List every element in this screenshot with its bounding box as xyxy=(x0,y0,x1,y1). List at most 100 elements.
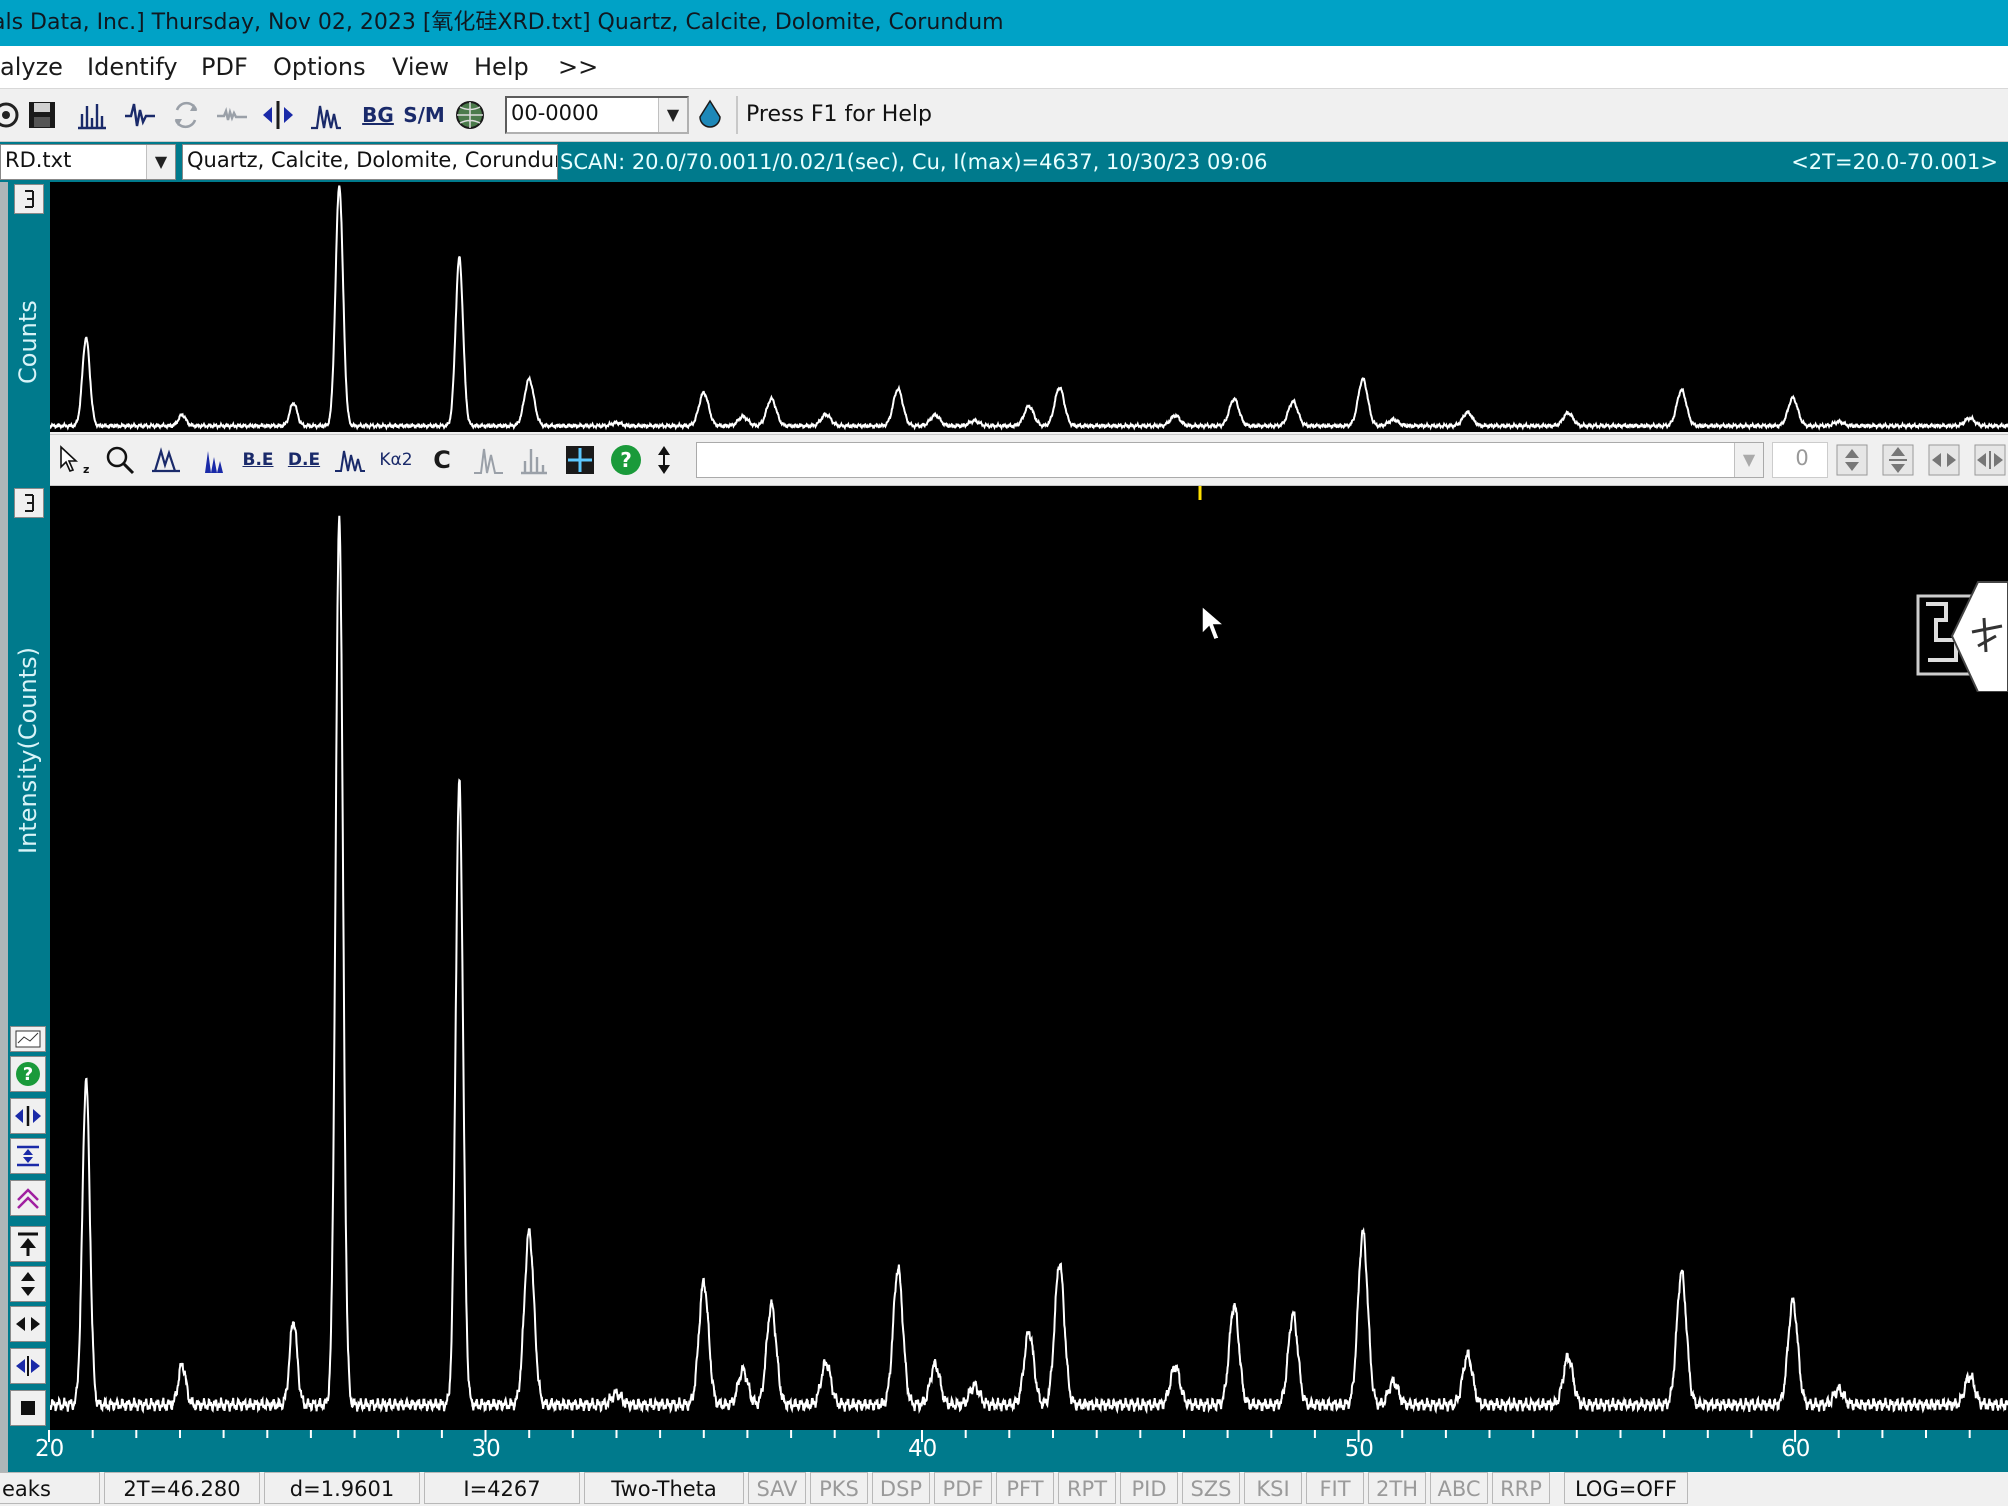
pdf-number-combo[interactable]: 00-0000 ▼ xyxy=(505,96,689,134)
scan-info: SCAN: 20.0/70.0011/0.02/1(sec), Cu, I(ma… xyxy=(560,150,1268,174)
overview-plot[interactable] xyxy=(48,182,2008,432)
peaks-icon[interactable] xyxy=(330,440,370,480)
shift-horizontal-icon[interactable] xyxy=(10,1348,46,1384)
left-edge xyxy=(0,182,8,1472)
svg-text:?: ? xyxy=(23,1064,33,1085)
chevron-down-icon[interactable]: ▼ xyxy=(146,145,175,179)
c-button[interactable]: C xyxy=(422,440,462,480)
plot-toolbar: z B.E D.E Kα2 C ? ▼ 0 xyxy=(50,434,2008,486)
magnifier-icon[interactable] xyxy=(100,440,140,480)
bar-plot-icon[interactable] xyxy=(72,95,112,135)
expand-vertical-icon[interactable] xyxy=(1878,440,1918,480)
shift-horizontal-icon[interactable] xyxy=(1924,440,1964,480)
smooth-icon[interactable] xyxy=(212,95,252,135)
pan-icon[interactable] xyxy=(258,95,298,135)
ka2-button[interactable]: Kα2 xyxy=(376,440,416,480)
save-icon[interactable] xyxy=(22,95,62,135)
grid-icon[interactable] xyxy=(560,440,600,480)
menu-bar: alyze Identify PDF Options View Help >> xyxy=(0,46,2008,88)
status-flag-ksi[interactable]: KSI xyxy=(1244,1472,1302,1504)
file-combo[interactable]: RD.txt ▼ xyxy=(0,144,176,180)
status-d-spacing: d=1.9601 xyxy=(264,1472,420,1504)
status-mode: eaks xyxy=(0,1472,100,1504)
title-bar: als Data, Inc.] Thursday, Nov 02, 2023 [… xyxy=(0,0,2008,46)
x-tick-label: 20 xyxy=(35,1436,65,1462)
status-flag-rrp[interactable]: RRP xyxy=(1492,1472,1550,1504)
status-flag-sav[interactable]: SAV xyxy=(748,1472,806,1504)
overview-pattern-line xyxy=(48,185,2008,431)
status-flag-abc[interactable]: ABC xyxy=(1430,1472,1488,1504)
stick-pattern-icon[interactable] xyxy=(514,440,554,480)
status-flag-2th[interactable]: 2TH xyxy=(1368,1472,1426,1504)
status-flag-rpt[interactable]: RPT xyxy=(1058,1472,1116,1504)
peak-fit-icon[interactable] xyxy=(146,440,186,480)
diffraction-plot[interactable] xyxy=(48,486,2008,1430)
scan-range: <2T=20.0-70.001> xyxy=(1791,150,1998,174)
x-tick-label: 50 xyxy=(1344,1436,1374,1462)
stop-icon[interactable] xyxy=(10,1390,46,1426)
status-flag-pid[interactable]: PID xyxy=(1120,1472,1178,1504)
status-axis: Two-Theta xyxy=(584,1472,744,1504)
status-flag-fit[interactable]: FIT xyxy=(1306,1472,1364,1504)
zoom-vertical-icon[interactable] xyxy=(10,1138,46,1174)
phase-field[interactable]: Quartz, Calcite, Dolomite, Corundum xyxy=(182,144,558,180)
status-flag-szs[interactable]: SZS xyxy=(1182,1472,1240,1504)
diffraction-plot-svg xyxy=(48,486,2008,1415)
peaks-icon[interactable] xyxy=(306,95,346,135)
status-flag-pft[interactable]: PFT xyxy=(996,1472,1054,1504)
pan-icon[interactable] xyxy=(10,1098,46,1134)
x-tick-label: 30 xyxy=(471,1436,501,1462)
refresh-icon[interactable] xyxy=(166,95,206,135)
menu-analyze[interactable]: alyze xyxy=(0,46,63,88)
pdf-number-value: 00-0000 xyxy=(511,101,599,125)
status-flag-pdf[interactable]: PDF xyxy=(934,1472,992,1504)
menu-identify[interactable]: Identify xyxy=(87,46,178,88)
help-icon[interactable]: ? xyxy=(606,440,646,480)
peak-fill-icon[interactable] xyxy=(192,440,232,480)
help-icon[interactable]: ? xyxy=(10,1056,46,1092)
file-combo-value: RD.txt xyxy=(5,148,72,172)
svg-text:?: ? xyxy=(620,448,632,472)
select-zoom-icon[interactable]: z xyxy=(54,440,94,480)
peak-marker-icon[interactable] xyxy=(468,440,508,480)
globe-icon[interactable] xyxy=(450,95,490,135)
status-bar: eaks 2T=46.280 d=1.9601 I=4267 Two-Theta… xyxy=(0,1472,2008,1506)
status-flag-pks[interactable]: PKS xyxy=(810,1472,868,1504)
peak-icon[interactable] xyxy=(120,95,160,135)
arrow-top-icon[interactable] xyxy=(10,1226,46,1262)
pane-menu-icon[interactable] xyxy=(14,184,44,214)
menu-help[interactable]: Help xyxy=(474,46,529,88)
window-title: als Data, Inc.] Thursday, Nov 02, 2023 [… xyxy=(0,10,1004,35)
expand-horizontal-icon[interactable] xyxy=(1970,440,2008,480)
floating-input-widget[interactable] xyxy=(1916,580,2008,693)
chevron-up-icon[interactable] xyxy=(10,1180,46,1216)
phase-search-combo[interactable]: ▼ xyxy=(696,442,1764,478)
main-plot-ylabel: Intensity(Counts) xyxy=(14,647,42,854)
sm-button[interactable]: S/M xyxy=(403,95,445,135)
expand-horizontal-icon[interactable] xyxy=(10,1306,46,1342)
help-field: Press F1 for Help xyxy=(736,96,2008,134)
drop-icon[interactable] xyxy=(690,95,730,135)
x-tick-label: 40 xyxy=(908,1436,938,1462)
x-tick-label: 60 xyxy=(1781,1436,1811,1462)
spin-value[interactable]: 0 xyxy=(1772,442,1828,478)
splitter-icon[interactable] xyxy=(652,440,676,480)
chevron-down-icon[interactable]: ▼ xyxy=(658,98,687,132)
be-button[interactable]: B.E xyxy=(238,440,278,480)
bg-button[interactable]: BG xyxy=(358,95,398,135)
status-flag-dsp[interactable]: DSP xyxy=(872,1472,930,1504)
menu-pdf[interactable]: PDF xyxy=(201,46,248,88)
de-button[interactable]: D.E xyxy=(284,440,324,480)
pane-menu-icon[interactable] xyxy=(14,488,44,518)
expand-vertical-icon[interactable] xyxy=(10,1266,46,1302)
chart-icon[interactable] xyxy=(10,1026,46,1052)
status-log[interactable]: LOG=OFF xyxy=(1564,1472,1688,1504)
diffraction-pattern-line xyxy=(48,515,2008,1415)
spin-vertical-icon[interactable] xyxy=(1832,440,1872,480)
menu-more[interactable]: >> xyxy=(558,46,598,88)
menu-view[interactable]: View xyxy=(392,46,449,88)
mouse-cursor xyxy=(1200,604,1228,648)
chevron-down-icon[interactable]: ▼ xyxy=(1734,443,1763,477)
menu-options[interactable]: Options xyxy=(273,46,366,88)
svg-text:z: z xyxy=(83,463,89,476)
